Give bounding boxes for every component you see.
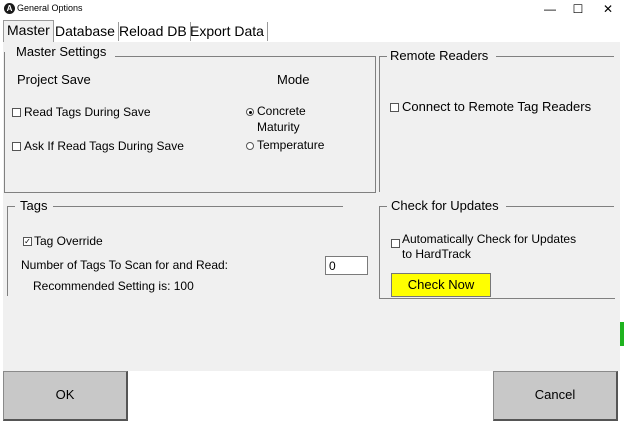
ask-read-tags-label: Ask If Read Tags During Save [24,139,184,153]
read-tags-during-save-label: Read Tags During Save [24,105,151,119]
tags-group: Tags ✓ Tag Override Number of Tags To Sc… [3,194,378,299]
maximize-button[interactable]: ☐ [563,0,593,18]
connect-remote-readers-label: Connect to Remote Tag Readers [402,99,592,114]
hardtrack-logo-icon: A [4,3,15,14]
tab-database[interactable]: Database [52,22,119,41]
check-updates-title: Check for Updates [389,198,501,213]
mode-temperature-label: Temperature [257,138,325,152]
check-updates-group: Check for Updates Automatically Check fo… [378,194,618,299]
ask-read-tags-checkbox[interactable] [12,142,21,151]
tab-bar: Master Database Reload DB Export Data [0,18,624,43]
auto-check-updates-checkbox[interactable] [391,239,400,248]
project-save-heading: Project Save [17,72,91,87]
master-settings-group: Master Settings Project Save Mode Read T… [3,42,378,194]
window-title: General Options [17,3,83,13]
cancel-button[interactable]: Cancel [493,371,618,421]
minimize-button[interactable]: — [535,0,565,18]
tab-reload-db[interactable]: Reload DB [116,22,191,41]
mode-heading: Mode [277,72,310,87]
remote-readers-group: Remote Readers Connect to Remote Tag Rea… [378,42,618,194]
check-now-button[interactable]: Check Now [391,273,491,297]
auto-check-updates-label-line1: Automatically Check for Updates [402,232,577,246]
auto-check-updates-label-line2: to HardTrack [402,247,471,261]
recommended-setting-text: Recommended Setting is: 100 [33,279,194,293]
tag-override-checkbox[interactable]: ✓ [23,237,32,246]
tab-master[interactable]: Master [3,20,54,43]
close-button[interactable]: ✕ [593,0,623,18]
connect-remote-readers-checkbox[interactable] [390,103,399,112]
mode-temperature-radio[interactable] [246,142,254,150]
tags-title: Tags [18,198,50,213]
background-window-edge [620,322,624,346]
tab-export-data[interactable]: Export Data [187,22,268,41]
title-bar: A General Options — ☐ ✕ [0,0,624,18]
remote-readers-title: Remote Readers [388,48,491,63]
num-tags-input[interactable] [325,256,368,275]
master-settings-title: Master Settings [14,44,109,59]
mode-concrete-maturity-label-line2: Maturity [257,120,300,134]
ok-button[interactable]: OK [3,371,128,421]
mode-concrete-maturity-radio[interactable] [246,108,254,116]
tag-override-label: Tag Override [34,234,103,248]
options-panel: Master Settings Project Save Mode Read T… [3,42,620,371]
num-tags-label: Number of Tags To Scan for and Read: [21,258,229,272]
mode-concrete-maturity-label-line1: Concrete [257,104,306,118]
read-tags-during-save-checkbox[interactable] [12,108,21,117]
